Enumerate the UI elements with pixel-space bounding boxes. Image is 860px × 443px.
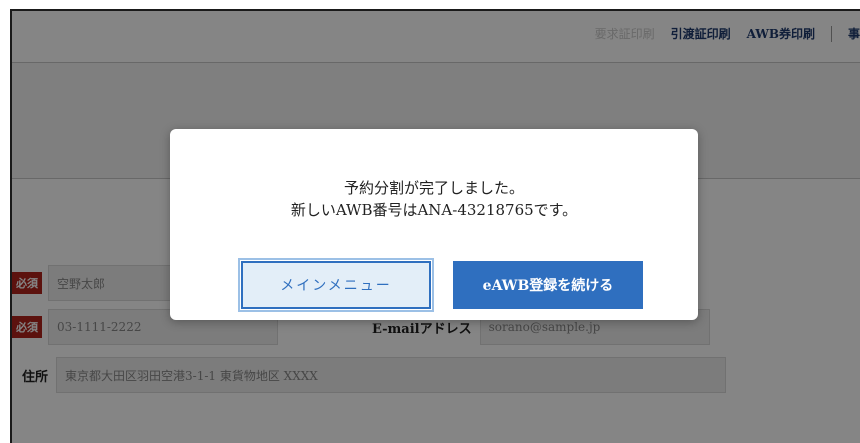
- message-line-1: 予約分割が完了しました。: [343, 179, 524, 197]
- completion-dialog: 予約分割が完了しました。 新しいAWB番号はANA-43218765です。 メイ…: [170, 129, 698, 320]
- dialog-message: 予約分割が完了しました。 新しいAWB番号はANA-43218765です。: [170, 177, 698, 221]
- continue-eawb-button[interactable]: eAWB登録を続ける: [453, 261, 643, 309]
- message-line-2: 新しいAWB番号はANA-43218765です。: [290, 201, 578, 219]
- main-menu-button[interactable]: メインメニュー: [238, 258, 434, 312]
- app-window: 要求証印刷 引渡証印刷 AWB券印刷 事 必須 空野太郎 必須 03-1111-…: [10, 9, 860, 443]
